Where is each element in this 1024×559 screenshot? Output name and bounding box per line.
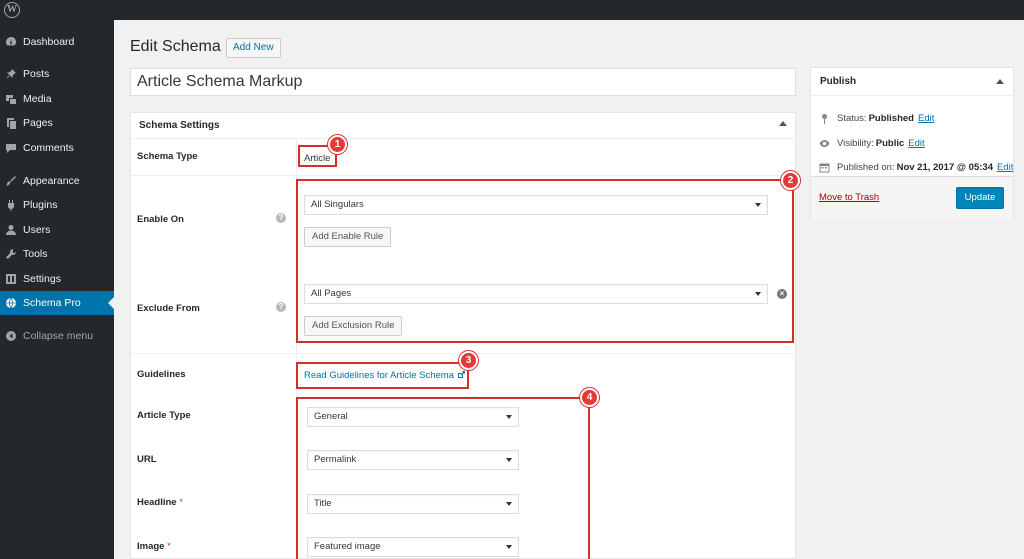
annotation-badge-4: 4 <box>580 388 599 407</box>
collapse-icon <box>0 330 22 342</box>
page-title: Edit Schema <box>130 38 221 55</box>
pages-icon <box>0 117 22 129</box>
edit-visibility-link[interactable]: Edit <box>908 138 924 149</box>
media-icon <box>0 93 22 105</box>
field-label-image: Image * <box>137 541 171 552</box>
sidebar-item-label: Tools <box>23 248 48 260</box>
required-mark: * <box>167 541 171 552</box>
sidebar-item-label: Users <box>23 224 51 236</box>
edit-status-link[interactable]: Edit <box>918 113 934 124</box>
sidebar-item-tools[interactable]: Tools <box>0 242 114 266</box>
enable-on-label: Enable On <box>137 214 184 225</box>
publish-actions: Move to Trash Update <box>811 176 1013 220</box>
brush-icon <box>0 175 22 187</box>
add-new-button[interactable]: Add New <box>226 38 281 58</box>
sidebar-item-comments[interactable]: Comments <box>0 136 114 160</box>
required-mark: * <box>179 497 183 508</box>
sidebar-item-media[interactable]: Media <box>0 87 114 111</box>
help-icon[interactable]: ? <box>276 213 286 223</box>
publish-heading: Publish <box>811 68 1013 96</box>
sidebar-item-label: Appearance <box>23 175 80 187</box>
calendar-icon <box>819 163 830 173</box>
sidebar-item-label: Collapse menu <box>23 330 94 342</box>
field-label-url: URL <box>137 454 157 465</box>
comments-icon <box>0 142 22 154</box>
sidebar-item-label: Dashboard <box>23 36 75 48</box>
annotation-box-2 <box>296 179 794 343</box>
sidebar-item-dashboard[interactable]: Dashboard <box>0 30 114 54</box>
publish-box: Publish Status: Published Edit Visibilit… <box>810 67 1014 220</box>
sidebar-item-label: Schema Pro <box>23 297 81 309</box>
plug-icon <box>0 199 22 211</box>
post-title-input[interactable]: Article Schema Markup <box>130 68 796 96</box>
wordpress-logo-icon[interactable]: W <box>4 2 20 18</box>
toggle-panel-icon[interactable] <box>779 121 787 126</box>
admin-bar: W <box>0 0 1024 20</box>
sidebar-item-label: Settings <box>23 273 61 285</box>
update-button[interactable]: Update <box>956 187 1004 209</box>
pin-icon <box>0 68 22 80</box>
publish-date-row: Published on: Nov 21, 2017 @ 05:34 Edit <box>819 162 1013 173</box>
edit-date-link[interactable]: Edit <box>997 162 1013 173</box>
sidebar-item-appearance[interactable]: Appearance <box>0 169 114 193</box>
sidebar-item-label: Comments <box>23 142 74 154</box>
sidebar-collapse-menu[interactable]: Collapse menu <box>0 324 114 348</box>
guidelines-label: Guidelines <box>137 369 186 380</box>
sidebar-item-settings[interactable]: Settings <box>0 267 114 291</box>
publish-visibility-row: Visibility: Public Edit <box>819 138 925 149</box>
schema-settings-heading: Schema Settings <box>131 113 795 139</box>
published-date-value: Nov 21, 2017 @ 05:34 <box>896 162 993 173</box>
annotation-badge-3: 3 <box>459 351 478 370</box>
dashboard-icon <box>0 36 22 48</box>
admin-sidebar: Dashboard Posts Media Pages Comments App… <box>0 20 114 559</box>
publish-status-row: Status: Published Edit <box>819 113 934 124</box>
sidebar-item-posts[interactable]: Posts <box>0 62 114 86</box>
sidebar-item-label: Media <box>23 93 52 105</box>
visibility-value: Public <box>875 138 905 149</box>
annotation-box-3 <box>296 362 469 389</box>
annotation-badge-2: 2 <box>781 171 800 190</box>
sidebar-item-schema-pro[interactable]: Schema Pro <box>0 291 114 315</box>
move-to-trash-link[interactable]: Move to Trash <box>819 192 879 203</box>
schema-type-label: Schema Type <box>137 151 198 162</box>
settings-icon <box>0 273 22 285</box>
sidebar-item-label: Plugins <box>23 199 58 211</box>
annotation-badge-1: 1 <box>328 135 347 154</box>
toggle-panel-icon[interactable] <box>996 79 1004 84</box>
help-icon[interactable]: ? <box>276 302 286 312</box>
exclude-from-label: Exclude From <box>137 303 200 314</box>
annotation-box-4 <box>296 397 590 559</box>
wrench-icon <box>0 248 22 260</box>
pin-icon <box>822 114 827 124</box>
status-value: Published <box>868 113 914 124</box>
row-divider <box>131 175 795 176</box>
sidebar-item-pages[interactable]: Pages <box>0 111 114 135</box>
globe-icon <box>0 297 22 309</box>
sidebar-item-label: Pages <box>23 117 53 129</box>
sidebar-item-label: Posts <box>23 68 50 80</box>
field-label-article-type: Article Type <box>137 410 191 421</box>
sidebar-item-users[interactable]: Users <box>0 218 114 242</box>
field-label-headline: Headline * <box>137 497 183 508</box>
user-icon <box>0 224 22 236</box>
sidebar-item-plugins[interactable]: Plugins <box>0 193 114 217</box>
eye-icon <box>819 140 830 147</box>
